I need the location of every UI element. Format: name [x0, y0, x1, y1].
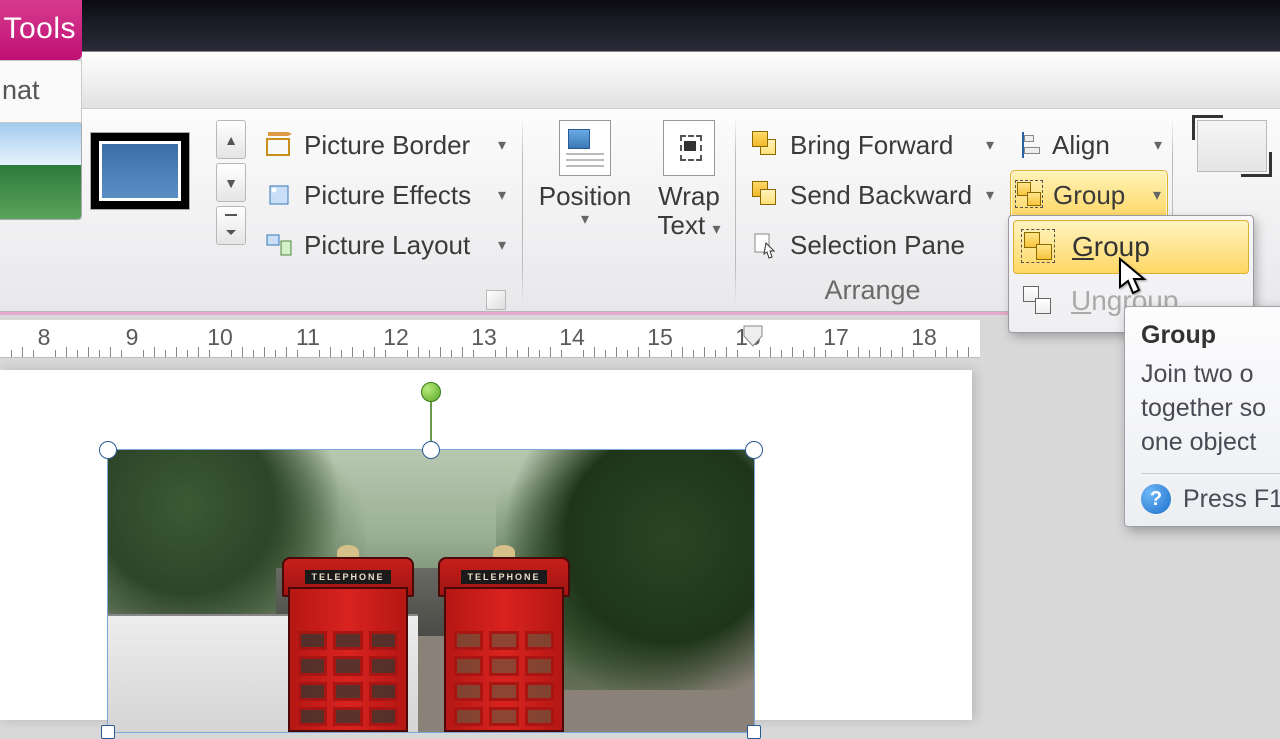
- dropdown-arrow-icon: ▾: [498, 135, 506, 155]
- resize-handle[interactable]: [747, 725, 761, 739]
- bring-forward-icon: [752, 131, 780, 159]
- arrange-group-label: Arrange: [745, 275, 1000, 306]
- gallery-more-button[interactable]: [216, 206, 246, 245]
- wrap-text-label-2: Text: [658, 210, 706, 240]
- position-icon: [559, 120, 611, 176]
- tooltip-title: Group: [1141, 321, 1280, 350]
- group-split-button[interactable]: Group ▾: [1010, 170, 1168, 220]
- tools-contextual-tab[interactable]: Tools: [0, 0, 82, 60]
- pencil-border-icon: [264, 130, 294, 160]
- window-title-bar: [82, 0, 1280, 52]
- resize-handle[interactable]: [422, 441, 440, 459]
- ruler-number: 15: [647, 324, 673, 351]
- dropdown-arrow-icon: ▾: [1154, 135, 1162, 155]
- send-backward-icon: [752, 181, 780, 209]
- dropdown-arrow-icon: ▾: [986, 185, 994, 205]
- horizontal-ruler[interactable]: 89101112131415161718: [0, 320, 980, 358]
- group-label: Group: [1053, 180, 1125, 211]
- dropdown-arrow-icon: ▾: [712, 221, 720, 238]
- ruler-number: 9: [126, 324, 139, 351]
- ruler-number: 8: [38, 324, 51, 351]
- right-indent-marker[interactable]: [742, 322, 764, 357]
- picture-border-button[interactable]: Picture Border ▾: [260, 120, 510, 170]
- wrap-text-icon: [663, 120, 715, 176]
- selection-pane-icon: [752, 231, 780, 259]
- tooltip-help-text: Press F1: [1183, 485, 1280, 514]
- gallery-scroll-up[interactable]: ▲: [216, 120, 246, 159]
- ruler-number: 10: [207, 324, 233, 351]
- resize-handle[interactable]: [101, 725, 115, 739]
- format-tab-fragment[interactable]: nat: [0, 60, 82, 123]
- effects-icon: [264, 180, 294, 210]
- position-button[interactable]: Position ▾: [532, 120, 638, 228]
- bring-forward-label: Bring Forward: [790, 130, 953, 161]
- style-thumbnail[interactable]: [90, 132, 190, 210]
- style-thumbnail[interactable]: [0, 120, 82, 220]
- dropdown-arrow-icon: ▾: [498, 235, 506, 255]
- dialog-launcher[interactable]: [486, 290, 506, 310]
- booth-label: TELEPHONE: [305, 570, 390, 584]
- tooltip: Group Join two o together so one object …: [1124, 306, 1280, 527]
- selection-pane-button[interactable]: Selection Pane: [748, 220, 998, 270]
- crop-icon: [1197, 120, 1267, 172]
- phone-booths-image: TELEPHONE TELEPHONE: [108, 450, 754, 732]
- picture-styles-gallery: ▲ ▼: [0, 120, 252, 245]
- wrap-text-label-1: Wrap: [645, 182, 733, 211]
- ruler-number: 14: [559, 324, 585, 351]
- rotation-stem: [430, 398, 432, 443]
- ribbon-tab-row-bg: [82, 52, 1280, 109]
- mouse-cursor: [1117, 257, 1153, 304]
- ruler-number: 12: [383, 324, 409, 351]
- picture-effects-button[interactable]: Picture Effects ▾: [260, 170, 510, 220]
- ruler-number: 13: [471, 324, 497, 351]
- document-page[interactable]: TELEPHONE TELEPHONE: [0, 370, 972, 720]
- position-label: Position: [532, 182, 638, 211]
- dropdown-arrow-icon: ▾: [986, 135, 994, 155]
- wrap-text-button[interactable]: Wrap Text ▾: [645, 120, 733, 239]
- selection-pane-label: Selection Pane: [790, 230, 965, 261]
- dropdown-arrow-icon: ▾: [1153, 185, 1161, 205]
- tooltip-line: Join two o: [1141, 358, 1280, 392]
- send-backward-label: Send Backward: [790, 180, 972, 211]
- picture-effects-label: Picture Effects: [304, 180, 471, 211]
- picture-border-label: Picture Border: [304, 130, 470, 161]
- crop-button[interactable]: [1186, 120, 1278, 172]
- tooltip-line: one object: [1141, 426, 1280, 460]
- layout-icon: [264, 230, 294, 260]
- ruler-number: 17: [823, 324, 849, 351]
- align-label: Align: [1052, 130, 1110, 161]
- tooltip-line: together so: [1141, 392, 1280, 426]
- rotation-handle[interactable]: [421, 382, 441, 402]
- resize-handle[interactable]: [745, 441, 763, 459]
- dropdown-arrow-icon: ▾: [498, 185, 506, 205]
- dropdown-arrow-icon: ▾: [532, 211, 638, 229]
- ruler-number: 11: [296, 324, 320, 351]
- bring-forward-button[interactable]: Bring Forward ▾: [748, 120, 998, 170]
- booth-label: TELEPHONE: [461, 570, 546, 584]
- selected-picture[interactable]: TELEPHONE TELEPHONE: [108, 450, 754, 732]
- picture-layout-label: Picture Layout: [304, 230, 470, 261]
- group-icon: [1024, 232, 1054, 262]
- ruler-number: 18: [911, 324, 937, 351]
- document-workspace: TELEPHONE TELEPHONE: [0, 358, 980, 720]
- help-icon: ?: [1141, 484, 1171, 514]
- ribbon-separator: [0, 312, 1008, 315]
- ungroup-icon: [1023, 286, 1053, 316]
- gallery-scroll-down[interactable]: ▼: [216, 163, 246, 202]
- align-button[interactable]: Align ▾: [1010, 120, 1168, 170]
- group-icon: [1017, 182, 1043, 208]
- resize-handle[interactable]: [99, 441, 117, 459]
- align-icon: [1016, 132, 1042, 158]
- send-backward-button[interactable]: Send Backward ▾: [748, 170, 998, 220]
- picture-layout-button[interactable]: Picture Layout ▾: [260, 220, 510, 270]
